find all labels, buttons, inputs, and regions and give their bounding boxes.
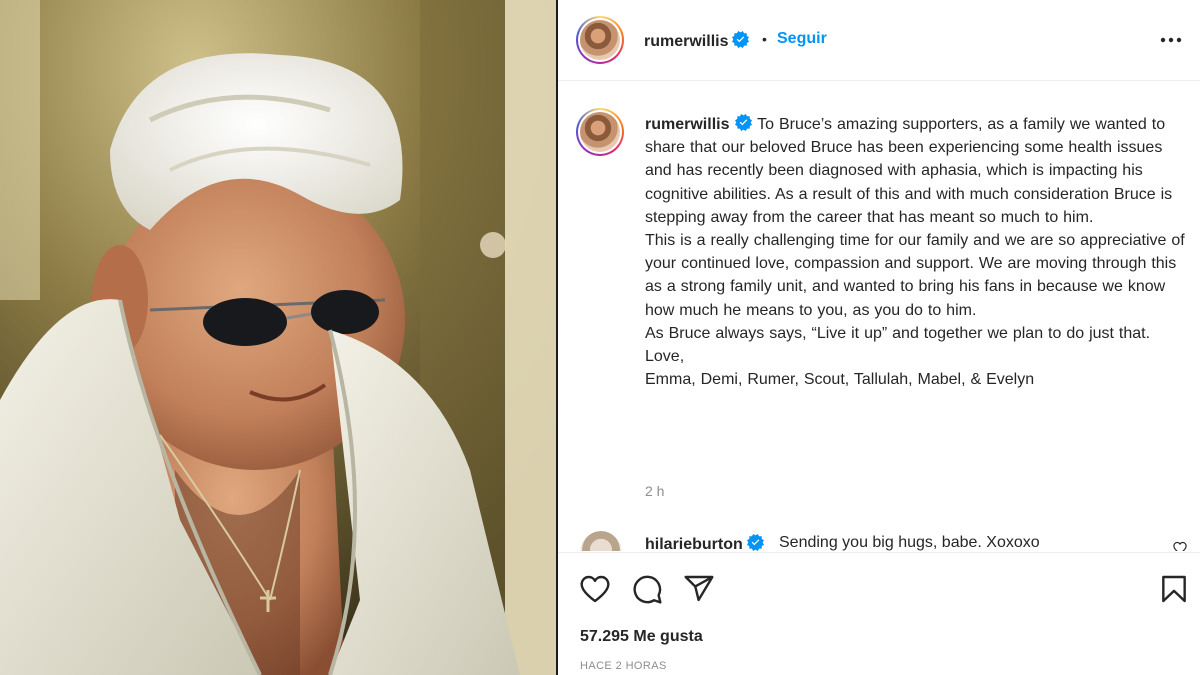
verified-badge-icon — [746, 534, 764, 551]
separator-dot: • — [762, 31, 767, 47]
comment-text: Sending you big hugs, babe. Xoxoxo — [779, 534, 1040, 551]
commenter-username[interactable]: hilarieburton — [645, 536, 743, 551]
heart-icon[interactable] — [579, 573, 611, 605]
likes-count[interactable]: 57.295 Me gusta — [580, 628, 703, 646]
post-timestamp[interactable]: HACE 2 HORAS — [580, 660, 667, 672]
caption-area: rumerwillis To Bruce’s amazing supporter… — [558, 82, 1200, 544]
caption-paragraph-3: As Bruce always says, “Live it up” and t… — [645, 324, 1151, 342]
caption-paragraph-2: This is a really challenging time for ou… — [645, 232, 1185, 319]
post-caption: rumerwillis To Bruce’s amazing supporter… — [645, 113, 1190, 391]
post-header: rumerwillis • Seguir — [558, 0, 1200, 81]
caption-paragraph-5: Emma, Demi, Rumer, Scout, Tallulah, Mabe… — [645, 371, 1035, 389]
comment-bubble-icon[interactable] — [631, 573, 663, 605]
commenter-avatar[interactable] — [580, 531, 622, 551]
caption-author-avatar[interactable] — [576, 108, 624, 156]
paper-plane-icon[interactable] — [683, 573, 715, 605]
follow-button[interactable]: Seguir — [777, 30, 827, 48]
verified-badge-icon — [732, 31, 750, 48]
more-options-icon[interactable] — [1158, 30, 1184, 50]
author-username-link[interactable]: rumerwillis — [644, 31, 750, 51]
commenter-username-link[interactable]: hilarieburton — [645, 534, 764, 551]
caption-timestamp[interactable]: 2 h — [645, 483, 664, 499]
caption-username[interactable]: rumerwillis — [645, 116, 729, 133]
caption-paragraph-4: Love, — [645, 348, 685, 366]
verified-badge-icon — [735, 114, 753, 131]
instagram-post-view: rumerwillis • Seguir rumerwillis To Bruc… — [0, 0, 1200, 675]
bookmark-icon[interactable] — [1158, 573, 1190, 605]
comment-item: hilarieburton Sending you big hugs, babe… — [558, 527, 1200, 551]
post-photo-image — [0, 0, 556, 675]
post-side-panel: rumerwillis • Seguir rumerwillis To Bruc… — [558, 0, 1200, 675]
post-photo[interactable] — [0, 0, 556, 675]
author-username[interactable]: rumerwillis — [644, 33, 728, 50]
comment-like-heart-icon[interactable] — [1173, 541, 1187, 551]
author-avatar[interactable] — [576, 16, 624, 64]
post-actions-bar: 57.295 Me gusta HACE 2 HORAS — [558, 552, 1200, 675]
